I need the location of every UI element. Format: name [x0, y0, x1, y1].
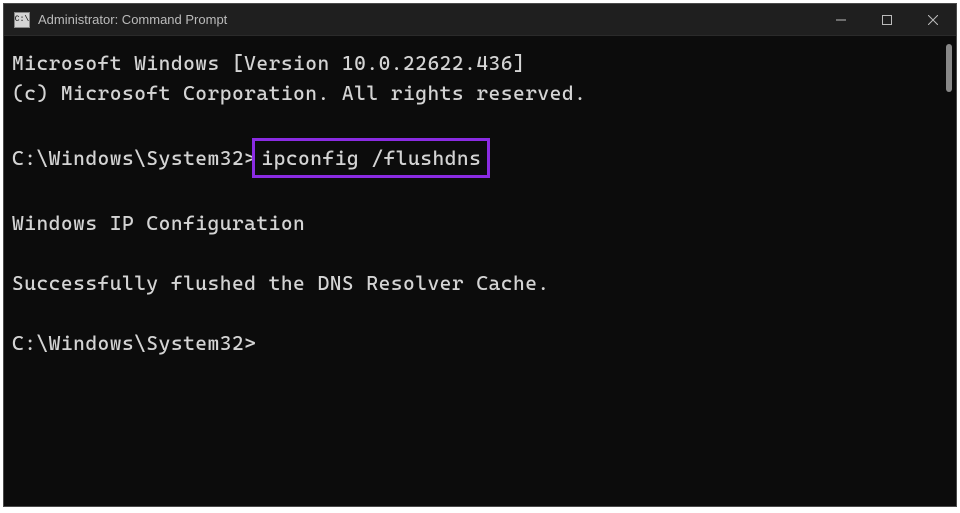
minimize-button[interactable] — [818, 4, 864, 35]
copyright-line: (c) Microsoft Corporation. All rights re… — [12, 78, 948, 108]
highlighted-command: ipconfig /flushdns — [252, 138, 490, 178]
command-prompt-window: C:\ Administrator: Command Prompt — [3, 3, 957, 507]
window-title: Administrator: Command Prompt — [38, 12, 818, 27]
maximize-icon — [882, 15, 892, 25]
blank-line — [12, 298, 948, 328]
scrollbar[interactable] — [946, 44, 952, 92]
close-icon — [928, 15, 938, 25]
prompt-2: C:\Windows\System32> — [12, 328, 948, 358]
minimize-icon — [836, 15, 846, 25]
ip-config-heading: Windows IP Configuration — [12, 208, 948, 238]
version-line: Microsoft Windows [Version 10.0.22622.43… — [12, 48, 948, 78]
prompt-1: C:\Windows\System32> — [12, 143, 256, 173]
app-icon-text: C:\ — [15, 15, 29, 24]
blank-line — [12, 238, 948, 268]
maximize-button[interactable] — [864, 4, 910, 35]
terminal-output[interactable]: Microsoft Windows [Version 10.0.22622.43… — [4, 36, 956, 506]
blank-line — [12, 108, 948, 138]
app-icon: C:\ — [14, 12, 30, 28]
command-line-1: C:\Windows\System32>ipconfig /flushdns — [12, 138, 948, 178]
success-message: Successfully flushed the DNS Resolver Ca… — [12, 268, 948, 298]
window-controls — [818, 4, 956, 35]
blank-line — [12, 178, 948, 208]
titlebar[interactable]: C:\ Administrator: Command Prompt — [4, 4, 956, 36]
close-button[interactable] — [910, 4, 956, 35]
